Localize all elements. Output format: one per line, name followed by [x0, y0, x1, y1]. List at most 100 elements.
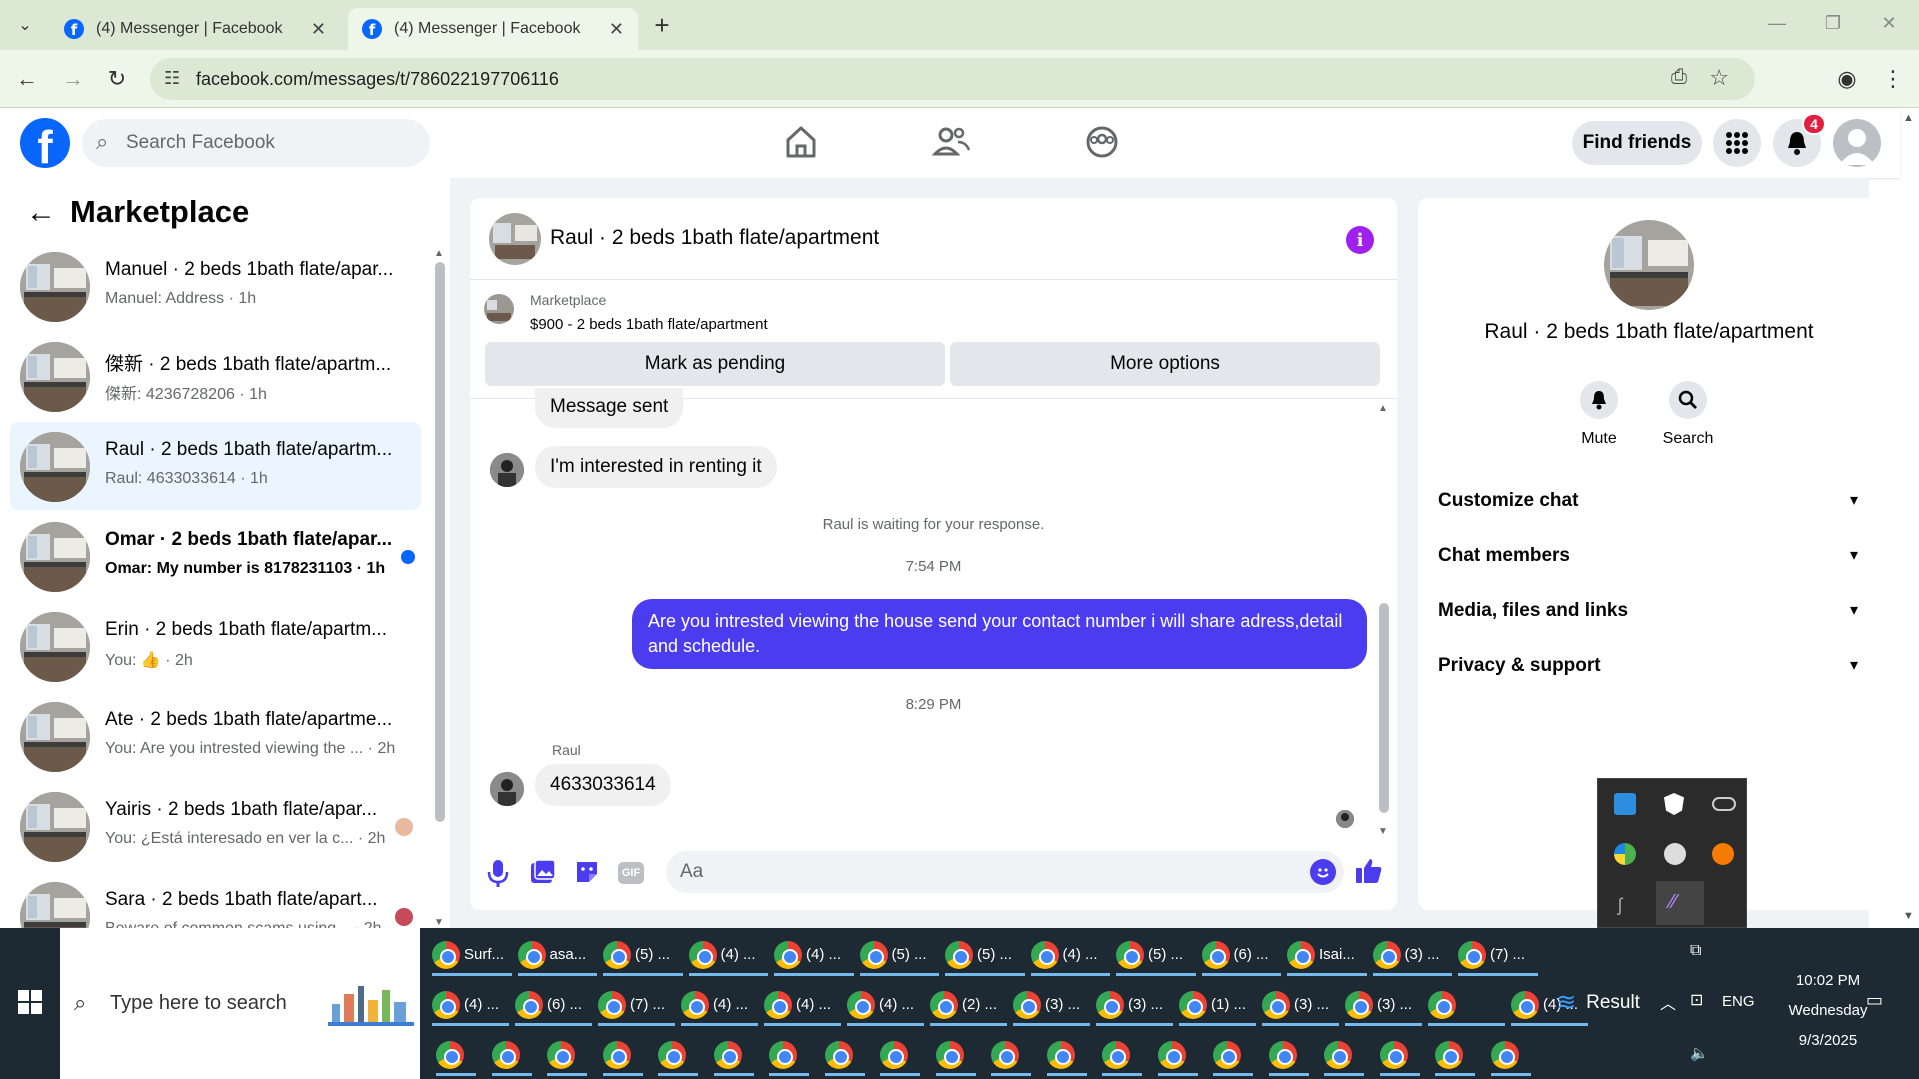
browser-tab-1[interactable]: f (4) Messenger | Facebook ✕ — [50, 8, 340, 50]
mark-as-pending-button[interactable]: Mark as pending — [485, 342, 945, 386]
taskbar-chrome-window[interactable]: (5) ... — [603, 936, 683, 976]
apps-menu-icon[interactable] — [1713, 119, 1761, 167]
taskbar-chrome-window[interactable] — [1490, 1036, 1531, 1076]
friends-icon[interactable] — [930, 120, 974, 164]
account-avatar[interactable] — [1833, 119, 1881, 167]
info-avatar[interactable] — [1604, 220, 1694, 310]
volume-icon[interactable]: 🔈 — [1690, 1044, 1709, 1062]
taskbar-chrome-window[interactable] — [713, 1036, 754, 1076]
browser-tab-2[interactable]: f (4) Messenger | Facebook ✕ — [348, 8, 638, 50]
install-app-icon[interactable]: ⎙ — [1671, 66, 1687, 89]
taskbar-chrome-window[interactable]: (4) ... — [432, 986, 509, 1026]
search-chat-icon[interactable] — [1669, 381, 1707, 419]
taskbar-chrome-window[interactable] — [658, 1036, 698, 1076]
tray-app-icon[interactable] — [1614, 843, 1636, 865]
taskbar-chrome-window[interactable] — [1213, 1036, 1253, 1076]
taskbar-chrome-window[interactable] — [491, 1036, 532, 1076]
chat-avatar[interactable] — [489, 213, 541, 265]
close-tab-icon[interactable]: ✕ — [311, 19, 326, 40]
taskbar-chrome-window[interactable]: (3) ... — [1345, 986, 1422, 1026]
media-files-links-section[interactable]: Media, files and links ▾ — [1438, 600, 1858, 622]
taskbar-chrome-window[interactable] — [1268, 1036, 1309, 1076]
restore-icon[interactable]: ❐ — [1816, 6, 1850, 40]
back-arrow-icon[interactable]: ← — [26, 196, 56, 230]
show-hidden-icons-chevron-icon[interactable]: ︿ — [1660, 990, 1676, 1014]
tray-app-icon[interactable]: ʃ — [1618, 895, 1622, 916]
gif-icon[interactable]: GIF — [618, 862, 644, 884]
taskbar-chrome-window[interactable] — [1379, 1036, 1420, 1076]
tray-app-icon[interactable] — [1614, 793, 1636, 815]
new-tab-plus-icon[interactable]: + — [645, 8, 679, 42]
taskbar-chrome-window[interactable]: Surf... — [432, 936, 512, 976]
emoji-icon[interactable] — [1310, 859, 1336, 885]
taskbar-chrome-window[interactable]: (5) ... — [859, 936, 939, 976]
taskbar-chrome-window[interactable] — [1435, 1036, 1475, 1076]
chat-list-scrollbar[interactable]: ▲ ▼ — [434, 248, 446, 928]
more-options-button[interactable]: More options — [950, 342, 1380, 386]
facebook-logo-icon[interactable]: f — [20, 118, 70, 168]
taskbar-clock[interactable]: 10:02 PM Wednesday 9/3/2025 — [1768, 966, 1888, 1056]
bookmark-star-icon[interactable]: ☆ — [1709, 65, 1729, 91]
notification-center-icon[interactable]: ▭ — [1866, 990, 1883, 1011]
sticker-icon[interactable] — [574, 859, 600, 885]
conversation-item[interactable]: Ate · 2 beds 1bath flate/apartme... You: … — [10, 692, 421, 780]
taskbar-chrome-window[interactable]: (7) ... — [598, 986, 675, 1026]
meet-now-icon[interactable]: ⧉ — [1690, 942, 1701, 960]
message-input[interactable]: Aa — [666, 851, 1344, 893]
taskbar-chrome-window[interactable]: (7) ... — [1458, 936, 1538, 976]
info-icon[interactable]: i — [1346, 226, 1374, 254]
reload-icon[interactable]: ↻ — [100, 62, 134, 96]
taskbar-chrome-window[interactable] — [935, 1036, 976, 1076]
cloud-offline-icon[interactable] — [1712, 797, 1736, 811]
taskbar-chrome-window[interactable]: (4) ... — [681, 986, 758, 1026]
close-tab-icon[interactable]: ✕ — [609, 19, 624, 40]
taskbar-chrome-window[interactable]: (3) ... — [1013, 986, 1090, 1026]
taskbar-chrome-window[interactable] — [1428, 986, 1505, 1026]
taskbar-chrome-window[interactable]: (4) ... — [764, 986, 841, 1026]
taskbar-chrome-window[interactable]: (4) ... — [688, 936, 768, 976]
taskbar-chrome-window[interactable] — [1102, 1036, 1142, 1076]
taskbar-chrome-window[interactable]: (5) ... — [1116, 936, 1196, 976]
groups-icon[interactable] — [1080, 120, 1124, 164]
taskbar-chrome-window[interactable]: (3) ... — [1372, 936, 1452, 976]
profile-icon[interactable]: ◉ — [1830, 62, 1864, 96]
chat-scrollbar[interactable]: ▲ ▼ — [1378, 403, 1390, 837]
conversation-item[interactable]: 傑新 · 2 beds 1bath flate/apartm... 傑新: 423… — [10, 332, 421, 420]
taskbar-chrome-window[interactable] — [991, 1036, 1031, 1076]
taskbar-chrome-window[interactable] — [1046, 1036, 1087, 1076]
taskbar-chrome-window[interactable]: (4) ... — [1030, 936, 1110, 976]
home-icon[interactable] — [780, 120, 822, 164]
back-icon[interactable]: ← — [10, 62, 44, 96]
taskbar-search-input[interactable]: ⌕ Type here to search — [60, 928, 420, 1079]
taskbar-chrome-window[interactable]: asa... — [517, 936, 597, 976]
taskbar-chrome-window[interactable] — [436, 1036, 476, 1076]
taskbar-chrome-window[interactable]: (3) ... — [1262, 986, 1339, 1026]
browser-menu-icon[interactable]: ⋮ — [1876, 62, 1910, 96]
weather-result-widget[interactable]: ≋ Result — [1556, 988, 1640, 1017]
privacy-support-section[interactable]: Privacy & support ▾ — [1438, 655, 1858, 677]
taskbar-chrome-window[interactable]: (3) ... — [1096, 986, 1173, 1026]
find-friends-button[interactable]: Find friends — [1572, 121, 1702, 165]
taskbar-chrome-window[interactable] — [769, 1036, 809, 1076]
like-thumb-icon[interactable] — [1354, 856, 1384, 886]
conversation-item[interactable]: Yairis · 2 beds 1bath flate/apar... You: … — [10, 782, 421, 870]
chat-members-section[interactable]: Chat members ▾ — [1438, 545, 1858, 567]
taskbar-chrome-window[interactable]: (2) ... — [930, 986, 1007, 1026]
taskbar-chrome-window[interactable]: (4) ... — [774, 936, 854, 976]
network-icon[interactable]: ⊡ — [1690, 990, 1703, 1010]
page-scrollbar[interactable]: ▲ ▼ — [1903, 112, 1917, 922]
tray-app-icon[interactable] — [1712, 843, 1734, 865]
security-shield-icon[interactable] — [1664, 793, 1684, 815]
site-settings-icon[interactable]: ☷ — [164, 68, 180, 89]
tab-search-chevron-icon[interactable]: ⌄ — [8, 8, 42, 42]
taskbar-chrome-window[interactable] — [547, 1036, 587, 1076]
taskbar-chrome-window[interactable]: (1) ... — [1179, 986, 1256, 1026]
customize-chat-section[interactable]: Customize chat ▾ — [1438, 490, 1858, 512]
taskbar-chrome-window[interactable] — [1324, 1036, 1364, 1076]
taskbar-chrome-window[interactable]: Isai... — [1287, 936, 1367, 976]
conversation-item[interactable]: Omar · 2 beds 1bath flate/apar... Omar: M… — [10, 512, 421, 600]
taskbar-chrome-window[interactable]: (6) ... — [515, 986, 592, 1026]
windows-start-icon[interactable] — [18, 990, 42, 1014]
taskbar-chrome-window[interactable] — [880, 1036, 920, 1076]
minimize-icon[interactable]: — — [1760, 6, 1794, 40]
